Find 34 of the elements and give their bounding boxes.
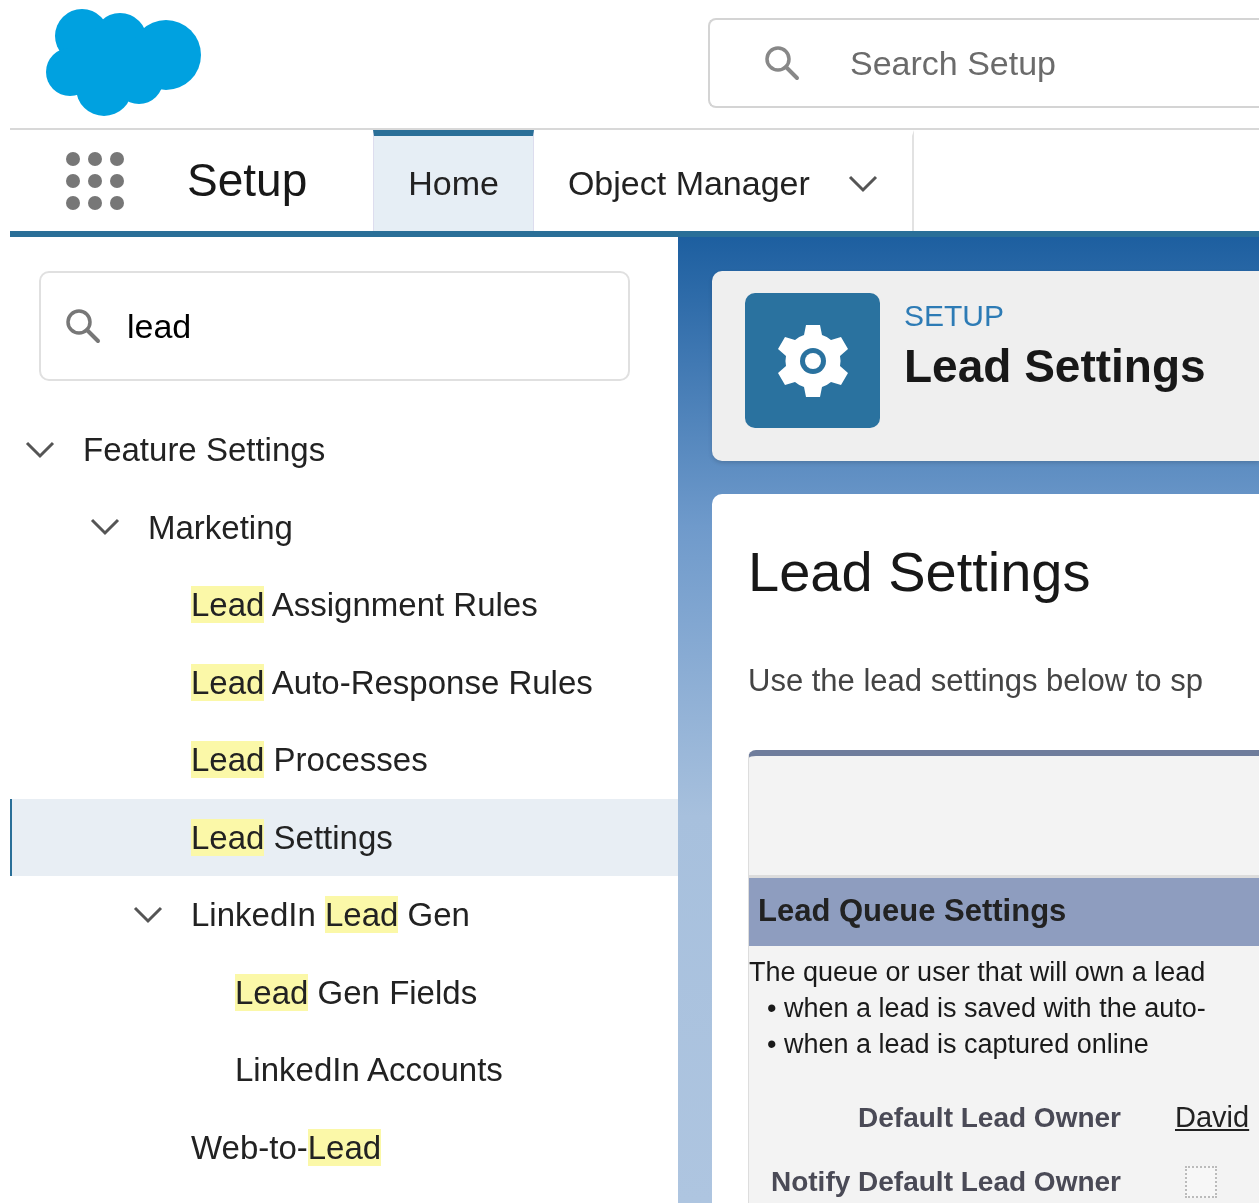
field-label: Default Lead Owner	[857, 1100, 1121, 1135]
field-label: Notify Default Lead Owner	[769, 1164, 1121, 1199]
tree-item[interactable]: Lead Processes	[191, 735, 428, 785]
tree-item[interactable]: Marketing	[148, 502, 293, 552]
bullet-text: • when a lead is saved with the auto-	[766, 991, 1207, 1025]
checkbox[interactable]	[1185, 1165, 1217, 1198]
bullet-text: • when a lead is captured online	[766, 1027, 1150, 1061]
tree-item[interactable]: Lead Assignment Rules	[191, 580, 538, 630]
nav-tab[interactable]: Object Manager	[533, 130, 914, 231]
search-icon	[764, 45, 800, 81]
tree-item[interactable]: Web-to-Lead	[191, 1122, 382, 1172]
tree-item[interactable]: LinkedIn Lead Gen	[191, 890, 470, 940]
tree-item[interactable]: Lead Settings	[191, 812, 393, 862]
search-icon	[65, 308, 101, 344]
gear-icon	[776, 322, 849, 399]
search-field[interactable]: lead	[39, 271, 630, 381]
body-text: The queue or user that will own a lead	[749, 955, 1207, 989]
chevron-down-icon[interactable]	[25, 440, 55, 459]
chevron-down-icon[interactable]	[90, 518, 120, 537]
tree-item[interactable]: LinkedIn Accounts	[235, 1045, 503, 1095]
owner-link[interactable]: David	[1175, 1095, 1250, 1140]
chevron-down-icon[interactable]	[133, 905, 163, 924]
page-title: Lead Settings	[904, 339, 1206, 394]
nav-tab[interactable]: Home	[373, 130, 534, 231]
chevron-down-icon[interactable]	[847, 174, 878, 193]
breadcrumb-label: SETUP	[904, 301, 1006, 331]
tree-item[interactable]: Lead Auto-Response Rules	[191, 657, 593, 707]
tree-item[interactable]: Lead Gen Fields	[235, 967, 478, 1017]
app-launcher-icon[interactable]	[65, 150, 125, 211]
app-name: Setup	[187, 153, 308, 208]
tree-item[interactable]: Feature Settings	[83, 425, 326, 475]
section-header: Lead Queue Settings	[749, 877, 1259, 946]
description-text: Use the lead settings below to sp	[748, 662, 1204, 700]
search-field[interactable]: Search Setup	[708, 18, 1259, 108]
